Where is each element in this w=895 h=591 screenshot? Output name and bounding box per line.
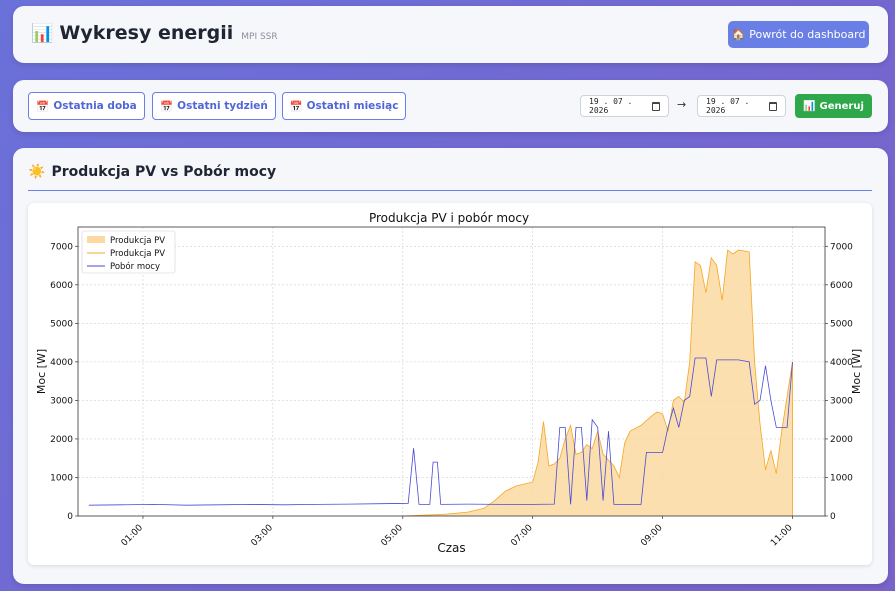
date-from-input[interactable]: 19 . 07 . 2026: [580, 95, 669, 117]
x-tick-label: 01:00: [120, 523, 146, 549]
plot-container: Produkcja PV i pobór mocy 0 1000 2000 3000 4…: [28, 203, 872, 565]
chart-title: Produkcja PV i pobór mocy: [369, 211, 529, 225]
range-button-day[interactable]: 📅 Ostatnia doba: [28, 92, 145, 120]
y-right-tick-label: 2000: [830, 435, 853, 445]
y-right-tick-label: 6000: [830, 281, 853, 291]
calendar-icon: 📅: [36, 100, 50, 113]
pv-area-layer: [402, 249, 793, 517]
calendar-icon: 📅: [160, 100, 174, 113]
pv-area: [402, 250, 793, 516]
generate-button[interactable]: 📊 Generuj: [795, 94, 872, 118]
x-tick-label: 07:00: [509, 523, 535, 549]
x-tick-label: 09:00: [639, 523, 665, 549]
y-axis-right-ticks: 01000200030004000500060007000: [825, 242, 853, 522]
range-label-week: Ostatni tydzień: [177, 100, 268, 112]
x-tick-label: 03:00: [250, 523, 276, 549]
title-wrap: 📊 Wykresy energii MPI SSR: [31, 22, 278, 44]
range-button-week[interactable]: 📅 Ostatni tydzień: [152, 92, 276, 120]
generate-label: Generuj: [819, 100, 864, 112]
chart-card: ☀️ Produkcja PV vs Pobór mocy Produkcja …: [13, 148, 888, 584]
legend-label: Produkcja PV: [110, 236, 165, 246]
section-title: ☀️ Produkcja PV vs Pobór mocy: [28, 164, 872, 191]
y-right-tick-label: 0: [830, 512, 836, 522]
page-subtitle: MPI SSR: [241, 32, 278, 42]
calendar-icon: 📅: [289, 100, 303, 113]
y-right-tick-label: 3000: [830, 396, 853, 406]
page-title: Wykresy energii: [59, 22, 234, 44]
x-tick-label: 11:00: [769, 523, 795, 549]
section-title-text: Produkcja PV vs Pobór mocy: [51, 164, 277, 180]
y-axis-label: Moc [W]: [35, 349, 48, 394]
calendar-picker-icon[interactable]: [768, 101, 777, 111]
y-right-tick-label: 7000: [830, 242, 853, 252]
date-to-value: 19 . 07 . 2026: [706, 97, 750, 115]
chart-legend: Produkcja PV Produkcja PV Pobór mocy: [81, 230, 176, 274]
y-tick-label: 3000: [50, 396, 73, 406]
date-from-value: 19 . 07 . 2026: [589, 97, 633, 115]
y-axis-left-ticks: 0 1000 2000 3000 4000 5000 6000 7000: [50, 242, 78, 522]
legend-label: Produkcja PV: [110, 249, 165, 259]
chart-icon: 📊: [803, 100, 816, 112]
back-button-label: Powrót do dashboard: [749, 28, 866, 41]
x-axis-label: Czas: [437, 541, 465, 555]
header-card: 📊 Wykresy energii MPI SSR 🏠 Powrót do da…: [13, 6, 888, 63]
range-button-month[interactable]: 📅 Ostatni miesiąc: [282, 92, 406, 120]
calendar-picker-icon[interactable]: [651, 101, 660, 111]
range-label-day: Ostatnia doba: [53, 100, 137, 112]
range-label-month: Ostatni miesiąc: [306, 100, 399, 112]
y-tick-label: 4000: [50, 358, 73, 368]
back-to-dashboard-button[interactable]: 🏠 Powrót do dashboard: [728, 21, 869, 48]
energy-chart: Produkcja PV i pobór mocy 0 1000 2000 3000 4…: [35, 211, 863, 555]
y-tick-label: 6000: [50, 281, 73, 291]
y-axis-right-label: Moc [W]: [850, 349, 863, 394]
legend-label: Pobór mocy: [110, 261, 160, 272]
date-to-input[interactable]: 19 . 07 . 2026: [697, 95, 786, 117]
x-tick-label: 05:00: [379, 523, 405, 549]
home-icon: 🏠: [731, 28, 746, 41]
y-tick-label: 7000: [50, 242, 73, 252]
controls-card: 📅 Ostatnia doba 📅 Ostatni tydzień 📅 Osta…: [13, 80, 888, 132]
y-tick-label: 0: [67, 512, 73, 522]
y-tick-label: 5000: [50, 319, 73, 329]
legend-swatch-area: [87, 236, 105, 243]
bar-chart-icon: 📊: [31, 23, 54, 44]
y-tick-label: 1000: [50, 473, 73, 483]
date-range-arrow: →: [677, 98, 687, 111]
y-right-tick-label: 1000: [830, 473, 853, 483]
sun-icon: ☀️: [28, 164, 46, 180]
y-tick-label: 2000: [50, 435, 73, 445]
y-right-tick-label: 5000: [830, 319, 853, 329]
